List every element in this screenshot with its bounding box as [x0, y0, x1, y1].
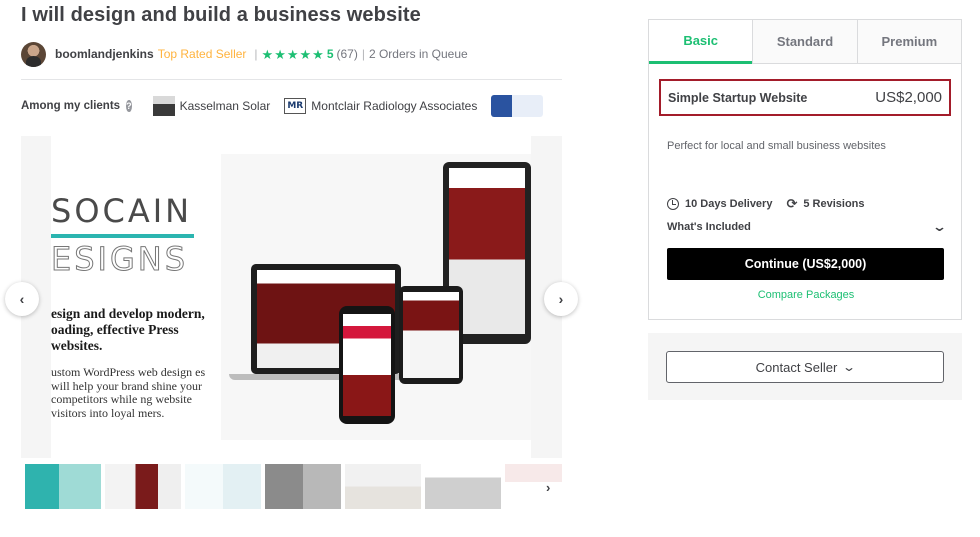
- seller-overview: boomlandjenkins Top Rated Seller | ★ ★ ★…: [21, 41, 468, 67]
- whats-included-toggle[interactable]: What's Included ⌄: [667, 219, 948, 235]
- gallery-thumbnail[interactable]: [425, 464, 501, 509]
- rating-score: 5: [326, 47, 334, 61]
- delivery-time: 10 Days Delivery: [685, 198, 773, 210]
- package-header: Simple Startup Website US$2,000: [659, 79, 951, 116]
- star-icon: ★: [261, 46, 274, 62]
- kasselman-solar-logo: [152, 96, 175, 116]
- slide-body-text: ustom WordPress web design es will help …: [51, 365, 206, 420]
- gallery-thumbnail[interactable]: [265, 464, 341, 509]
- thumbnails-next-chevron-icon[interactable]: ›: [546, 480, 550, 495]
- tab-standard[interactable]: Standard: [752, 20, 857, 64]
- clients-row: Among my clients ? Kasselman Solar MR Mo…: [21, 93, 566, 119]
- device-mockup-image: [221, 154, 531, 440]
- client-montclair-radiology[interactable]: MR Montclair Radiology Associates: [284, 98, 477, 114]
- whats-included-label: What's Included: [667, 221, 751, 233]
- seller-level-badge: Top Rated Seller: [157, 47, 247, 61]
- gallery-prev-button[interactable]: ‹: [5, 282, 39, 316]
- gallery-thumbnail[interactable]: [25, 464, 101, 509]
- rating-stars[interactable]: ★ ★ ★ ★ ★: [262, 48, 324, 61]
- brand-underline: [51, 234, 194, 238]
- star-icon: ★: [312, 46, 324, 62]
- contact-seller-label: Contact Seller: [755, 359, 838, 375]
- montclair-radiology-logo: MR: [284, 98, 307, 114]
- client-philippine[interactable]: [491, 95, 551, 117]
- gig-title: I will design and build a business websi…: [21, 4, 421, 26]
- philippine-logo: [491, 95, 544, 117]
- chevron-down-icon: ⌄: [931, 219, 948, 234]
- brand-wordmark-bottom: ESIGNS: [50, 240, 189, 279]
- chevron-left-icon: ‹: [19, 291, 25, 307]
- gig-gallery: SOCAIN ESIGNS esign and develop modern, …: [21, 136, 562, 458]
- client-name: Montclair Radiology Associates: [311, 99, 478, 113]
- gallery-thumbnail[interactable]: [185, 464, 261, 509]
- client-name: Kasselman Solar: [179, 99, 271, 113]
- divider: [21, 79, 562, 80]
- phone-mockup: [339, 306, 395, 424]
- gallery-thumbnail[interactable]: [345, 464, 421, 509]
- orders-in-queue: 2 Orders in Queue: [368, 47, 468, 61]
- gallery-thumbnail[interactable]: [505, 464, 562, 509]
- gallery-thumbnails: [25, 464, 562, 509]
- separator: |: [254, 47, 258, 61]
- refresh-icon: ⟳: [786, 196, 798, 211]
- revisions-count: 5 Revisions: [803, 198, 865, 210]
- package-tabs: Basic Standard Premium: [649, 20, 961, 64]
- tablet-mockup: [399, 286, 463, 384]
- slide-text-panel: SOCAIN ESIGNS esign and develop modern, …: [50, 136, 219, 458]
- continue-button[interactable]: Continue (US$2,000): [667, 248, 944, 280]
- help-icon[interactable]: ?: [126, 100, 132, 112]
- package-description: Perfect for local and small business web…: [667, 140, 886, 152]
- package-name: Simple Startup Website: [668, 90, 808, 105]
- slide-headline: esign and develop modern, oading, effect…: [51, 306, 205, 353]
- package-delivery-row: 10 Days Delivery ⟳ 5 Revisions: [667, 196, 865, 212]
- seller-name-link[interactable]: boomlandjenkins: [55, 47, 154, 61]
- separator: |: [361, 47, 365, 61]
- review-count-link[interactable]: (67): [337, 47, 358, 61]
- package-price: US$2,000: [875, 89, 942, 106]
- tab-basic[interactable]: Basic: [649, 20, 753, 64]
- gallery-thumbnail[interactable]: [105, 464, 181, 509]
- package-panel: Basic Standard Premium Simple Startup We…: [648, 19, 962, 320]
- clock-icon: [667, 198, 679, 210]
- chevron-right-icon: ›: [558, 291, 564, 307]
- gallery-next-button[interactable]: ›: [544, 282, 578, 316]
- contact-panel: Contact Seller ⌄: [648, 333, 962, 400]
- client-kasselman-solar[interactable]: Kasselman Solar: [152, 96, 271, 116]
- star-icon: ★: [274, 46, 286, 62]
- star-icon: ★: [286, 46, 299, 62]
- tab-premium[interactable]: Premium: [856, 20, 961, 64]
- compare-packages-link[interactable]: Compare Packages: [649, 289, 963, 301]
- seller-avatar[interactable]: [21, 41, 46, 67]
- contact-seller-button[interactable]: Contact Seller ⌄: [666, 351, 944, 383]
- chevron-down-icon: ⌄: [842, 360, 857, 374]
- brand-wordmark-top: SOCAIN: [51, 192, 193, 230]
- gallery-slide: SOCAIN ESIGNS esign and develop modern, …: [50, 136, 531, 458]
- clients-label: Among my clients: [21, 100, 121, 112]
- star-icon: ★: [299, 46, 312, 62]
